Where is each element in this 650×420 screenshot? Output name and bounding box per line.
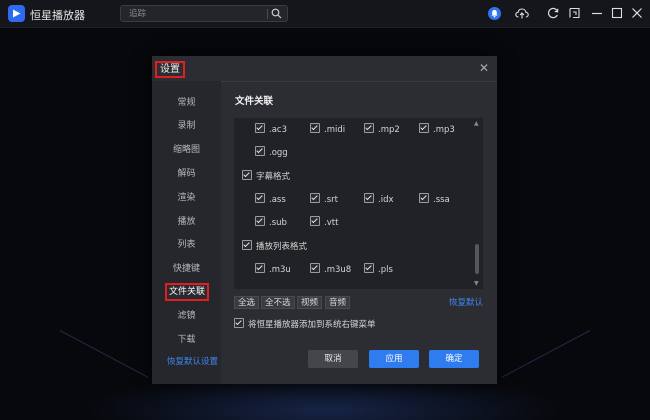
checkbox-checked-icon (255, 193, 265, 203)
scroll-up-arrow-icon[interactable]: ▲ (474, 120, 479, 127)
select-audio-button[interactable]: 音频 (325, 296, 351, 309)
settings-dialog: 设置 ✕ 常规 录制 缩略图 解码 渲染 播放 列表 快捷键 文件关联 滤镜 下… (152, 56, 497, 384)
checkbox-checked-icon (242, 240, 252, 250)
checkbox-ogg[interactable]: .ogg (255, 146, 288, 158)
settings-sidebar: 常规 录制 缩略图 解码 渲染 播放 列表 快捷键 文件关联 滤镜 下载 (152, 81, 221, 384)
checkbox-sub[interactable]: .sub (255, 216, 287, 228)
sidebar-item-record[interactable]: 录制 (152, 119, 221, 133)
checkbox-m3u[interactable]: .m3u (255, 263, 291, 275)
dialog-close-icon[interactable]: ✕ (479, 61, 489, 75)
close-icon[interactable] (629, 5, 645, 21)
checkbox-checked-icon (255, 123, 265, 133)
minimize-icon[interactable] (589, 5, 605, 21)
checkbox-pls[interactable]: .pls (364, 263, 393, 275)
search-divider (267, 9, 268, 19)
checkbox-mp2[interactable]: .mp2 (364, 123, 400, 135)
search-box[interactable] (120, 5, 288, 22)
notification-bell-icon[interactable] (488, 7, 501, 20)
select-all-button[interactable]: 全选 (234, 296, 260, 309)
sidebar-item-download[interactable]: 下载 (152, 333, 221, 347)
mini-mode-icon[interactable] (567, 5, 583, 21)
checkbox-checked-icon (310, 193, 320, 203)
sidebar-item-thumbnail[interactable]: 缩略图 (152, 143, 221, 157)
search-icon[interactable] (271, 8, 282, 19)
checkbox-mp3[interactable]: .mp3 (419, 123, 455, 135)
settings-content: 文件关联 .ac3 .midi .mp2 .mp3 .ogg 字幕格式 .ass… (167, 81, 497, 384)
file-type-list[interactable]: .ac3 .midi .mp2 .mp3 .ogg 字幕格式 .ass .srt… (234, 118, 483, 289)
dialog-header: 设置 ✕ (152, 56, 497, 82)
sidebar-item-decode[interactable]: 解码 (152, 167, 221, 181)
checkbox-checked-icon (364, 123, 374, 133)
checkbox-ssa[interactable]: .ssa (419, 193, 450, 205)
checkbox-idx[interactable]: .idx (364, 193, 394, 205)
chevron-down-icon[interactable]: ⌄ (78, 6, 86, 17)
checkbox-checked-icon (255, 146, 265, 156)
checkbox-checked-icon (234, 318, 244, 328)
sidebar-item-list[interactable]: 列表 (152, 238, 221, 252)
checkbox-checked-icon (364, 193, 374, 203)
checkbox-checked-icon (419, 193, 429, 203)
scrollbar-thumb[interactable] (475, 244, 479, 274)
app-logo-icon[interactable] (8, 5, 25, 22)
sidebar-item-hotkeys[interactable]: 快捷键 (152, 262, 221, 276)
restore-defaults-settings-link[interactable]: 恢复默认设置 (167, 355, 218, 367)
checkbox-checked-icon (310, 263, 320, 273)
checkbox-checked-icon (255, 263, 265, 273)
checkbox-checked-icon (310, 216, 320, 226)
checkbox-playlist-formats[interactable]: 播放列表格式 (242, 240, 307, 252)
checkbox-m3u8[interactable]: .m3u8 (310, 263, 351, 275)
checkbox-checked-icon (255, 216, 265, 226)
sidebar-item-playback[interactable]: 播放 (152, 215, 221, 229)
maximize-icon[interactable] (609, 5, 625, 21)
sidebar-item-general[interactable]: 常规 (152, 96, 221, 110)
checkbox-vtt[interactable]: .vtt (310, 216, 338, 228)
search-input[interactable] (129, 8, 259, 20)
select-video-button[interactable]: 视频 (297, 296, 323, 309)
checkbox-checked-icon (242, 170, 252, 180)
context-menu-checkbox[interactable]: 将恒星播放器添加到系统右键菜单 (234, 318, 376, 330)
checkbox-midi[interactable]: .midi (310, 123, 345, 135)
title-bar: 恒星播放器 ⌄ (0, 0, 650, 28)
cancel-button[interactable]: 取消 (308, 350, 358, 368)
checkbox-checked-icon (310, 123, 320, 133)
dialog-title: 设置 (155, 61, 185, 78)
app-title[interactable]: 恒星播放器 (30, 7, 85, 23)
checkbox-ac3[interactable]: .ac3 (255, 123, 287, 135)
sidebar-item-file-association[interactable]: 文件关联 (165, 283, 209, 301)
checkbox-subtitle-formats[interactable]: 字幕格式 (242, 170, 290, 182)
select-none-button[interactable]: 全不选 (261, 296, 295, 309)
ok-button[interactable]: 确定 (429, 350, 479, 368)
sidebar-item-filter[interactable]: 滤镜 (152, 309, 221, 323)
checkbox-ass[interactable]: .ass (255, 193, 286, 205)
checkbox-checked-icon (364, 263, 374, 273)
checkbox-checked-icon (419, 123, 429, 133)
cloud-upload-icon[interactable] (514, 5, 530, 21)
checkbox-srt[interactable]: .srt (310, 193, 338, 205)
section-title: 文件关联 (235, 96, 274, 107)
restore-default-link[interactable]: 恢复默认 (449, 296, 483, 308)
scroll-down-arrow-icon[interactable]: ▼ (474, 280, 479, 287)
sync-icon[interactable] (545, 5, 561, 21)
apply-button[interactable]: 应用 (369, 350, 419, 368)
sidebar-item-render[interactable]: 渲染 (152, 191, 221, 205)
list-scrollbar[interactable]: ▲ ▼ (474, 118, 480, 289)
